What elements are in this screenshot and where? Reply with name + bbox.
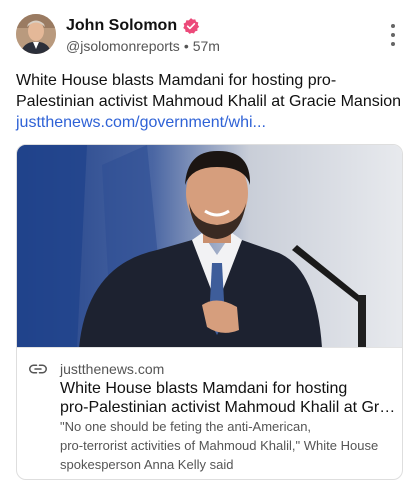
link-preview-body: justthenews.com White House blasts Mamda… <box>17 349 402 479</box>
link-description-line: "No one should be feting the anti-Americ… <box>60 419 312 434</box>
author-meta: @jsolomonreports • 57m <box>66 38 220 54</box>
link-description: "No one should be feting the anti-Americ… <box>60 417 396 474</box>
link-description-line: spokesperson Anna Kelly said <box>60 457 234 472</box>
link-domain: justthenews.com <box>60 361 165 377</box>
verified-badge-icon <box>183 18 200 34</box>
post-link[interactable]: justthenews.com/government/whi... <box>16 114 266 131</box>
author-display-name[interactable]: John Solomon <box>66 17 177 35</box>
avatar[interactable] <box>16 14 56 54</box>
link-description-line: pro-terrorist activities of Mahmoud Khal… <box>60 438 379 453</box>
post-text: White House blasts Mamdani for hosting p… <box>16 70 408 133</box>
link-title[interactable]: White House blasts Mamdani for hosting p… <box>60 379 396 417</box>
author-handle[interactable]: @jsolomonreports <box>66 38 180 54</box>
link-icon <box>29 364 47 374</box>
article-photo <box>17 145 402 348</box>
link-title-line: White House blasts Mamdani for hosting <box>60 380 348 397</box>
link-preview-card[interactable]: justthenews.com White House blasts Mamda… <box>16 144 403 480</box>
post-header: John Solomon @jsolomonreports • 57m <box>16 14 406 58</box>
more-vertical-icon[interactable] <box>388 24 398 46</box>
post-timestamp: 57m <box>192 38 220 54</box>
post-body: White House blasts Mamdani for hosting p… <box>16 72 402 110</box>
avatar-image <box>16 14 56 54</box>
article-photo-illustration <box>17 145 402 347</box>
meta-separator: • <box>183 38 189 54</box>
author-name-row: John Solomon <box>66 16 200 36</box>
link-title-line: pro-Palestinian activist Mahmoud Khalil … <box>60 399 396 416</box>
